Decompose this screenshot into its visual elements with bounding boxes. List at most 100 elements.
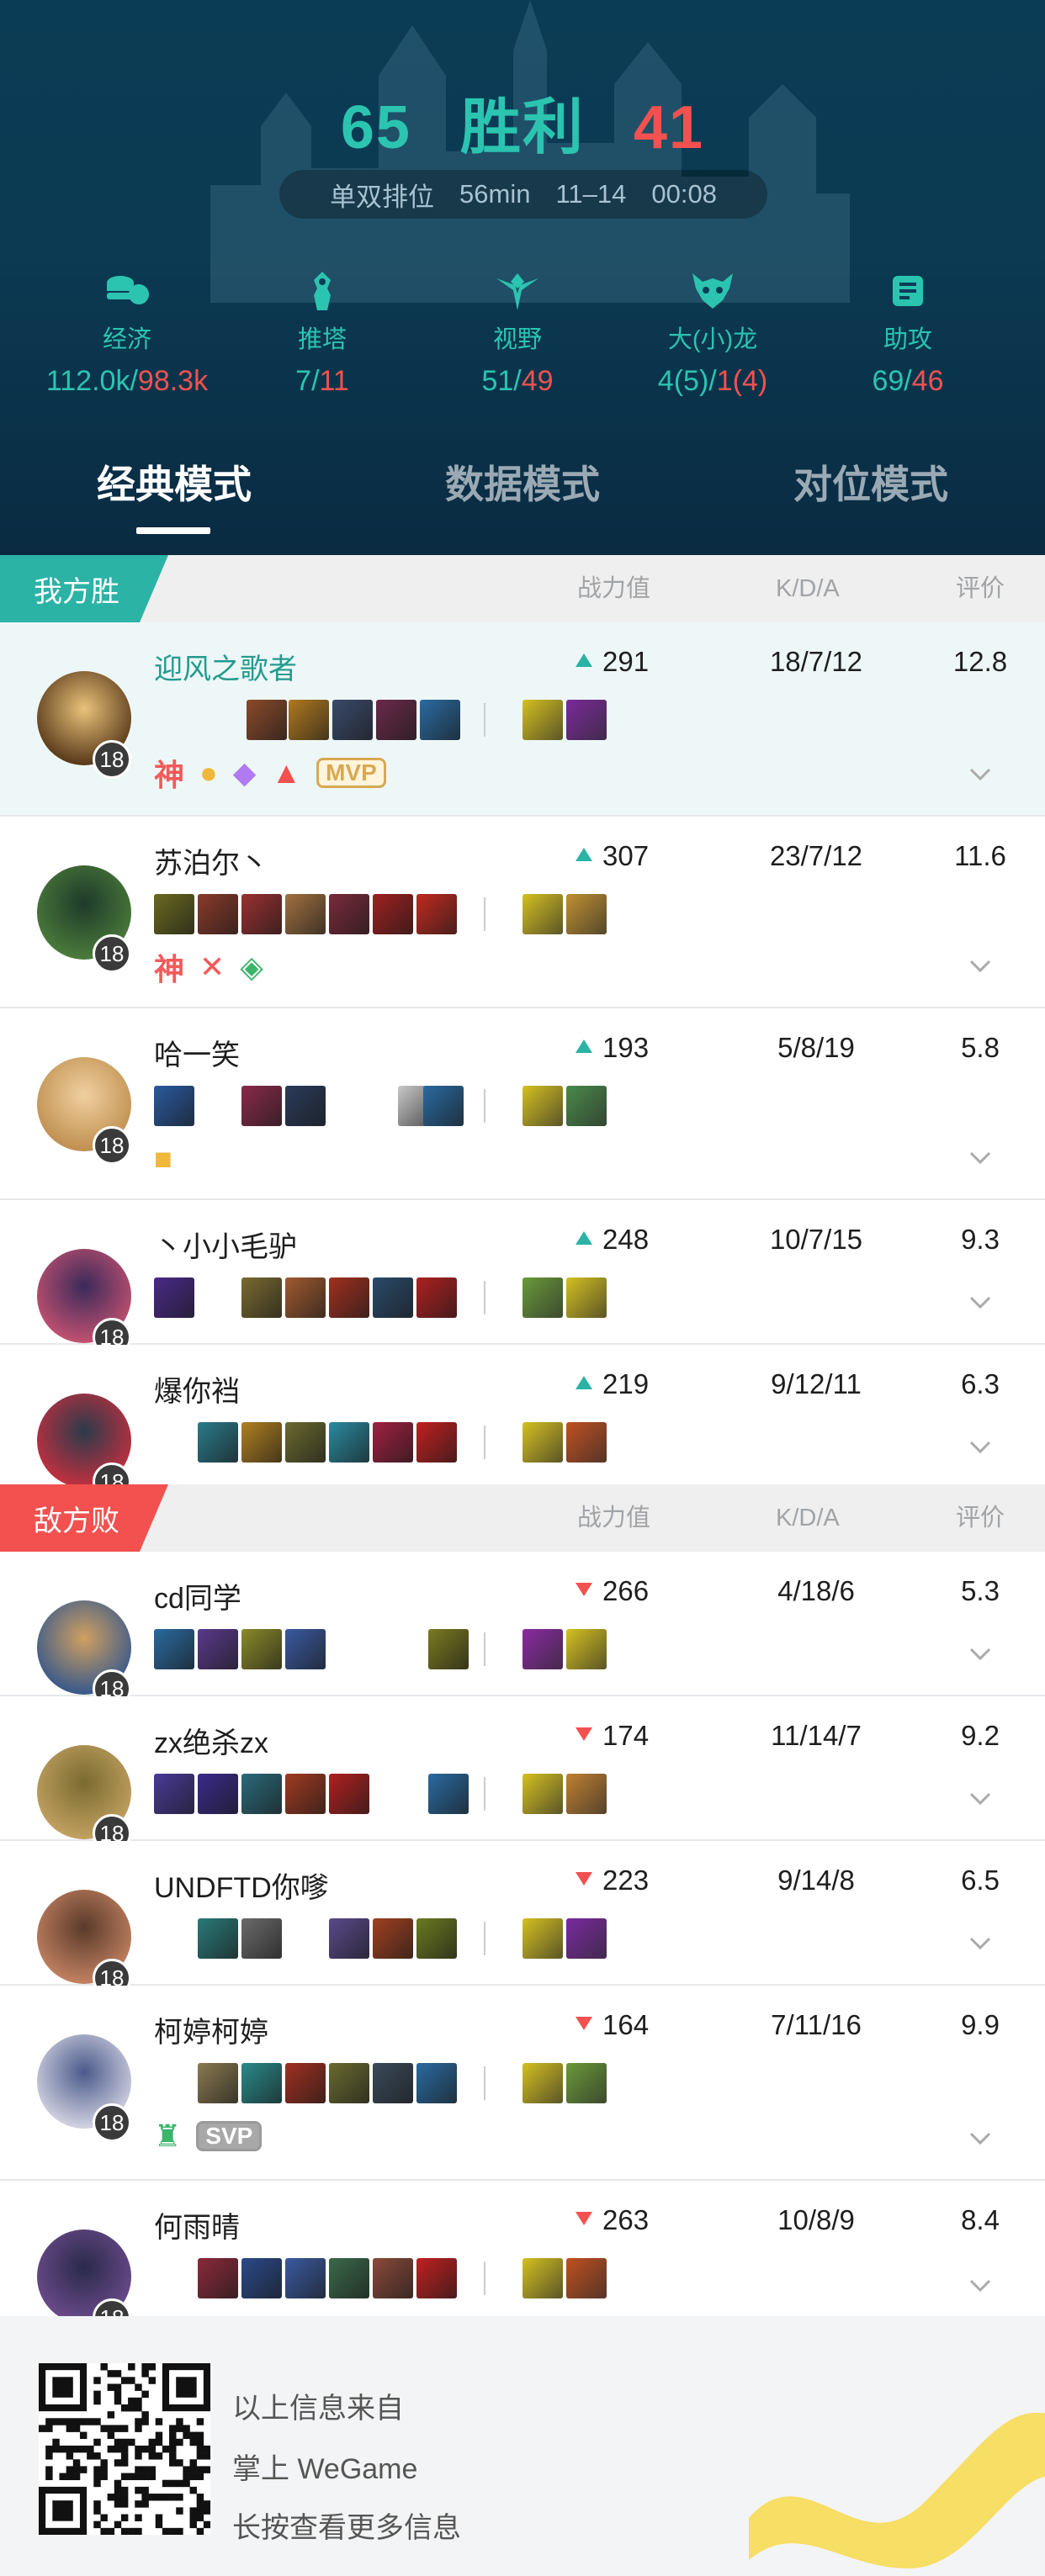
item-icon[interactable] [285,1629,326,1669]
summoner-spell-icon[interactable] [522,2258,563,2298]
summoner-spell-icon[interactable] [522,894,563,934]
summoner-spell-icon[interactable] [522,1774,563,1814]
item-icon[interactable] [241,1086,282,1126]
player-row[interactable]: 18 柯婷柯婷 164 7/11/16 9.9 ♜ SVP [0,1986,1045,2181]
item-icon[interactable] [241,894,282,934]
player-row[interactable]: 18 苏泊尔丶 307 23/7/12 11.6 神 ✕ ◈ [0,817,1045,1008]
player-name[interactable]: 丶小小毛驴 [154,1224,297,1265]
item-icon[interactable] [198,1774,238,1814]
player-name[interactable]: 柯婷柯婷 [154,2009,268,2050]
item-icon[interactable] [285,2258,326,2298]
summoner-spell-icon[interactable] [566,700,607,740]
item-icon[interactable] [285,1422,326,1463]
item-icon[interactable] [241,1774,282,1814]
item-icon[interactable] [416,2258,457,2298]
item-icon[interactable] [329,2063,369,2103]
item-icon[interactable] [329,2258,369,2298]
item-icon[interactable] [416,1918,457,1959]
summoner-spell-icon[interactable] [566,1918,607,1959]
tab-matchup[interactable]: 对位模式 [697,454,1045,510]
chevron-down-icon[interactable] [968,2125,993,2150]
item-icon[interactable] [416,1277,457,1318]
player-row[interactable]: 18 丶小小毛驴 248 10/7/15 9.3 [0,1200,1045,1357]
item-icon[interactable] [198,2063,238,2103]
summoner-spell-icon[interactable] [566,2063,607,2103]
chevron-down-icon[interactable] [968,2272,993,2298]
item-icon[interactable] [241,1629,282,1669]
player-name[interactable]: 爆你裆 [154,1368,240,1410]
item-icon[interactable] [376,700,416,740]
item-icon[interactable] [241,2258,282,2298]
item-icon[interactable] [373,2063,413,2103]
item-icon[interactable] [373,1918,413,1959]
summoner-spell-icon[interactable] [566,1629,607,1669]
player-row[interactable]: 18 cd同学 266 4/18/6 5.3 [0,1552,1045,1708]
item-icon[interactable] [329,894,369,934]
chevron-down-icon[interactable] [968,1434,993,1459]
player-row[interactable]: 18 爆你裆 219 9/12/11 6.3 [0,1345,1045,1501]
player-name[interactable]: 何雨晴 [154,2204,240,2245]
item-icon[interactable] [428,1774,469,1814]
item-icon[interactable] [285,2063,326,2103]
item-icon[interactable] [329,1918,369,1959]
player-name[interactable]: cd同学 [154,1575,241,1616]
player-row[interactable]: 18 UNDFTD你嗲 223 9/14/8 6.5 [0,1841,1045,1997]
item-icon[interactable] [198,1918,238,1959]
item-icon[interactable] [154,1277,194,1318]
item-icon[interactable] [154,1629,194,1669]
chevron-down-icon[interactable] [968,1641,993,1666]
chevron-down-icon[interactable] [968,1289,993,1314]
player-row[interactable]: 18 zx绝杀zx 174 11/14/7 9.2 [0,1696,1045,1853]
summoner-spell-icon[interactable] [566,1086,607,1126]
player-name[interactable]: 迎风之歌者 [154,646,297,687]
qr-code[interactable] [39,2363,211,2536]
item-icon[interactable] [329,1774,369,1814]
item-icon[interactable] [198,2258,238,2298]
player-row[interactable]: 18 哈一笑 193 5/8/19 5.8 ■ [0,1008,1045,1200]
item-icon[interactable] [329,1277,369,1318]
chevron-down-icon[interactable] [968,1930,993,1955]
summoner-spell-icon[interactable] [522,2063,563,2103]
item-icon[interactable] [285,894,326,934]
item-icon[interactable] [285,1086,326,1126]
item-icon[interactable] [154,1086,194,1126]
player-name[interactable]: 哈一笑 [154,1032,240,1073]
summoner-spell-icon[interactable] [566,894,607,934]
tab-classic[interactable]: 经典模式 [0,454,348,510]
item-icon[interactable] [373,894,413,934]
item-icon[interactable] [241,2063,282,2103]
summoner-spell-icon[interactable] [522,1918,563,1959]
chevron-down-icon[interactable] [968,1145,993,1170]
chevron-down-icon[interactable] [968,761,993,786]
item-icon[interactable] [154,894,194,934]
item-icon[interactable] [329,1422,369,1463]
item-icon[interactable] [373,1422,413,1463]
item-icon[interactable] [285,1277,326,1318]
player-row[interactable]: 18何雨晴26310/8/98.4 [0,2181,1045,2337]
item-icon[interactable] [241,1422,282,1463]
item-icon[interactable] [198,1629,238,1669]
tab-data[interactable]: 数据模式 [348,454,697,510]
item-icon[interactable] [332,700,373,740]
item-icon[interactable] [198,1422,238,1463]
item-icon[interactable] [154,1774,194,1814]
summoner-spell-icon[interactable] [522,1422,563,1463]
item-icon[interactable] [373,2258,413,2298]
player-row[interactable]: 18 迎风之歌者 291 18/7/12 12.8 神 ● ◆ ▲ MVP [0,622,1045,817]
player-name[interactable]: 苏泊尔丶 [154,840,268,881]
summoner-spell-icon[interactable] [566,2258,607,2298]
item-icon[interactable] [416,1422,457,1463]
item-icon[interactable] [289,700,329,740]
item-icon[interactable] [416,894,457,934]
summoner-spell-icon[interactable] [566,1774,607,1814]
item-icon[interactable] [416,2063,457,2103]
summoner-spell-icon[interactable] [522,1277,563,1318]
chevron-down-icon[interactable] [968,1785,993,1811]
item-icon[interactable] [373,1277,413,1318]
item-icon[interactable] [247,700,287,740]
summoner-spell-icon[interactable] [566,1422,607,1463]
item-icon[interactable] [198,894,238,934]
summoner-spell-icon[interactable] [522,1629,563,1669]
item-icon[interactable] [285,1774,326,1814]
item-icon[interactable] [241,1918,282,1959]
